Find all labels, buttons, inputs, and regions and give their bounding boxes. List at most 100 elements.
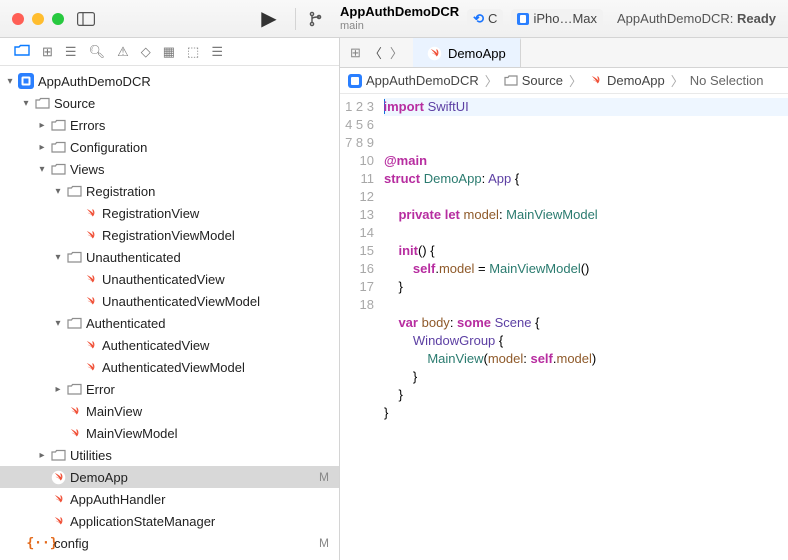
tree-label: AuthenticatedViewModel [102, 360, 245, 375]
tree-row-registration[interactable]: ▾ Registration [0, 180, 339, 202]
find-navigator-tab[interactable]: 🔍︎ [89, 44, 106, 60]
tree-row-utilities[interactable]: ▸Utilities [0, 444, 339, 466]
destination-pill-2[interactable]: iPho…Max [511, 9, 603, 28]
tree-row-registrationviewmodel[interactable]: RegistrationViewModel [0, 224, 339, 246]
disclosure-closed-icon[interactable]: ▸ [36, 142, 48, 153]
destination-2-label: iPho…Max [533, 11, 597, 26]
breakpoint-navigator-tab[interactable]: ⬚ [187, 44, 199, 60]
swift-icon [82, 293, 98, 309]
crumb-selection[interactable]: No Selection [690, 73, 764, 88]
related-items-button[interactable]: ⊞ [350, 45, 361, 61]
swift-icon [82, 337, 98, 353]
destination-1-label: C [488, 11, 497, 26]
destination-pill-1[interactable]: ⟲ C [467, 9, 503, 29]
line-gutter: 1 2 3 4 5 6 7 8 9 10 11 12 13 14 15 16 1… [340, 94, 384, 560]
tree-row-appauthhandler[interactable]: AppAuthHandler [0, 488, 339, 510]
swift-icon [50, 491, 66, 507]
test-navigator-tab[interactable]: ◇ [141, 44, 151, 60]
navigator-sidebar: ⊞ ☰ 🔍︎ ⚠︎ ◇ ▦ ⬚ ☰ ▾AppAuthDemoDCR▾Source… [0, 38, 340, 560]
swift-icon [66, 403, 82, 419]
folder-icon [66, 183, 82, 199]
report-navigator-tab[interactable]: ☰ [211, 44, 223, 60]
tab-demoapp[interactable]: DemoApp [413, 38, 521, 67]
project-tree[interactable]: ▾AppAuthDemoDCR▾Source▸Errors▸Configurat… [0, 66, 339, 560]
disclosure-open-icon[interactable]: ▾ [52, 318, 64, 329]
crumb-file[interactable]: DemoApp [607, 73, 665, 88]
tree-row-error[interactable]: ▸ Error [0, 378, 339, 400]
tree-label: Authenticated [86, 316, 166, 331]
issue-navigator-tab[interactable]: ⚠︎ [117, 44, 129, 60]
swift-file-icon [427, 46, 442, 61]
tree-label: RegistrationViewModel [102, 228, 235, 243]
debug-navigator-tab[interactable]: ▦ [163, 44, 175, 60]
tree-row-authenticatedview[interactable]: AuthenticatedView [0, 334, 339, 356]
tree-label: RegistrationView [102, 206, 199, 221]
tab-label: DemoApp [448, 46, 506, 61]
crumb-folder[interactable]: Source [522, 73, 563, 88]
forward-button[interactable]: 〉 [390, 43, 403, 62]
disclosure-open-icon[interactable]: ▾ [52, 252, 64, 263]
folder-icon [66, 315, 82, 331]
tree-row-authenticatedviewmodel[interactable]: AuthenticatedViewModel [0, 356, 339, 378]
jump-bar[interactable]: AppAuthDemoDCR 〉 Source 〉 DemoApp 〉 No S… [340, 68, 788, 94]
tree-row-unauthenticatedview[interactable]: UnauthenticatedView [0, 268, 339, 290]
folder-icon [66, 381, 82, 397]
source-control-navigator-tab[interactable]: ⊞ [42, 44, 53, 60]
tree-label: UnauthenticatedViewModel [102, 294, 260, 309]
tree-row-source[interactable]: ▾ Source [0, 92, 339, 114]
project-navigator-tab[interactable] [14, 44, 30, 59]
folder-icon [504, 75, 518, 86]
config-icon: {··} [34, 535, 50, 551]
project-icon [348, 74, 362, 88]
source-editor[interactable]: 1 2 3 4 5 6 7 8 9 10 11 12 13 14 15 16 1… [340, 94, 788, 560]
close-window-button[interactable] [12, 13, 24, 25]
run-button[interactable]: ▶ [255, 8, 283, 30]
tree-label: UnauthenticatedView [102, 272, 225, 287]
disclosure-open-icon[interactable]: ▾ [36, 164, 48, 175]
swift-icon [50, 513, 66, 529]
tree-row-views[interactable]: ▾ Views [0, 158, 339, 180]
tree-row-demoapp[interactable]: DemoAppM [0, 466, 339, 488]
tree-row-unauthenticated[interactable]: ▾Unauthenticated [0, 246, 339, 268]
chevron-right-icon: 〉 [569, 71, 582, 90]
code-content[interactable]: import SwiftUI @main struct DemoApp: App… [384, 94, 788, 560]
folder-icon [50, 161, 66, 177]
disclosure-closed-icon[interactable]: ▸ [36, 120, 48, 131]
tree-row-applicationstatemanager[interactable]: ApplicationStateManager [0, 510, 339, 532]
tree-row-config[interactable]: {··}configM [0, 532, 339, 554]
tree-label: Source [54, 96, 95, 111]
chevron-right-icon: 〉 [485, 71, 498, 90]
tree-label: Views [70, 162, 104, 177]
folder-icon [34, 95, 50, 111]
tree-row-unauthenticatedviewmodel[interactable]: UnauthenticatedViewModel [0, 290, 339, 312]
folder-icon [50, 139, 66, 155]
tree-row-errors[interactable]: ▸Errors [0, 114, 339, 136]
titlebar: ▶ AppAuthDemoDCR main ⟲ C iPho…Max AppAu… [0, 0, 788, 38]
tree-row-mainview[interactable]: MainView [0, 400, 339, 422]
tab-nav-controls: ⊞ 〈 〉 [340, 38, 413, 67]
disclosure-closed-icon[interactable]: ▸ [36, 450, 48, 461]
disclosure-open-icon[interactable]: ▾ [52, 186, 64, 197]
symbol-navigator-tab[interactable]: ☰ [65, 44, 77, 60]
back-button[interactable]: 〈 [369, 43, 382, 62]
tree-row-configuration[interactable]: ▸Configuration [0, 136, 339, 158]
scheme-selector[interactable]: AppAuthDemoDCR main [340, 5, 459, 31]
editor-area: ⊞ 〈 〉 DemoApp AppAuthDemoDCR 〉 Source 〉 … [340, 38, 788, 560]
zoom-window-button[interactable] [52, 13, 64, 25]
navigator-selector-bar: ⊞ ☰ 🔍︎ ⚠︎ ◇ ▦ ⬚ ☰ [0, 38, 339, 66]
tree-label: Error [86, 382, 115, 397]
crumb-project[interactable]: AppAuthDemoDCR [366, 73, 479, 88]
swift-icon [82, 205, 98, 221]
disclosure-closed-icon[interactable]: ▸ [52, 384, 64, 395]
tree-row-mainviewmodel[interactable]: MainViewModel [0, 422, 339, 444]
tree-label: Registration [86, 184, 155, 199]
tree-row-registrationview[interactable]: RegistrationView [0, 202, 339, 224]
disclosure-open-icon[interactable]: ▾ [4, 76, 16, 87]
proj-icon [18, 73, 34, 89]
toggle-sidebar-button[interactable] [72, 8, 100, 30]
disclosure-open-icon[interactable]: ▾ [20, 98, 32, 109]
tree-row-authenticated[interactable]: ▾ Authenticated [0, 312, 339, 334]
minimize-window-button[interactable] [32, 13, 44, 25]
scm-status-badge: M [319, 536, 329, 550]
tree-row-appauthdemodcr[interactable]: ▾AppAuthDemoDCR [0, 70, 339, 92]
